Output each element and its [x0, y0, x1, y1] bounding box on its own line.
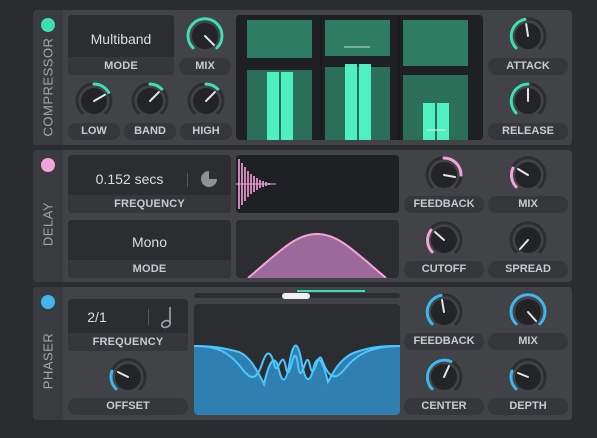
delay-cutoff-knob[interactable]: CUTOFF — [404, 220, 484, 278]
compressor-mode-value: Multiband — [90, 31, 152, 47]
compressor-band-label: BAND — [124, 123, 176, 140]
phaser-title: PHASER — [40, 332, 56, 390]
phaser-power-toggle[interactable] — [41, 295, 55, 309]
delay-power-toggle[interactable] — [41, 158, 55, 172]
delay-mode-selector[interactable]: Mono MODE — [68, 220, 231, 278]
phaser-frequency-label: FREQUENCY — [68, 333, 188, 351]
delay-feedback-label: FEEDBACK — [404, 196, 484, 213]
delay-mode-label: MODE — [68, 260, 231, 278]
delay-title: DELAY — [40, 201, 56, 247]
phaser-frequency-value: 2/1 — [87, 309, 107, 325]
compressor-release-label: RELEASE — [488, 123, 568, 140]
phaser-mix-label: MIX — [488, 333, 568, 350]
compressor-low-knob[interactable]: LOW — [68, 80, 120, 140]
compressor-low-label: LOW — [68, 123, 120, 140]
phaser-response-display — [194, 304, 400, 415]
delay-strip: DELAY — [33, 150, 63, 282]
phaser-mix-knob[interactable]: MIX — [488, 292, 568, 350]
phaser-feedback-label: FEEDBACK — [404, 333, 484, 350]
phaser-frequency-control[interactable]: 2/1 FREQUENCY — [68, 299, 188, 351]
compressor-band-knob[interactable]: BAND — [124, 80, 176, 140]
compressor-mode-selector[interactable]: Multiband MODE — [68, 15, 174, 75]
phaser-strip: PHASER — [33, 287, 63, 420]
compressor-mix-label: MIX — [179, 58, 231, 75]
delay-feedback-knob[interactable]: FEEDBACK — [404, 155, 484, 213]
compressor-release-knob[interactable]: RELEASE — [488, 80, 568, 140]
phaser-center-label: CENTER — [404, 398, 484, 415]
delay-spread-label: SPREAD — [488, 261, 568, 278]
phaser-position-slider[interactable] — [194, 290, 400, 301]
delay-section: DELAY 0.152 secs FREQUENCY Mono MODE FEE… — [33, 150, 572, 282]
compressor-title: COMPRESSOR — [40, 37, 56, 137]
phaser-center-knob[interactable]: CENTER — [404, 357, 484, 415]
phaser-slider-handle[interactable] — [282, 293, 310, 299]
compressor-power-toggle[interactable] — [41, 18, 55, 32]
compressor-high-knob[interactable]: HIGH — [180, 80, 232, 140]
quarter-note-icon[interactable] — [158, 305, 178, 329]
compressor-strip: COMPRESSOR — [33, 10, 63, 145]
phaser-section: PHASER 2/1 FREQUENCY OFFSET FEEDBACK MIX… — [33, 287, 572, 420]
delay-frequency-value: 0.152 secs — [95, 171, 164, 187]
delay-spread-knob[interactable]: SPREAD — [488, 220, 568, 278]
delay-filter-display[interactable] — [236, 220, 399, 278]
delay-impulse-display — [236, 155, 399, 213]
delay-mix-label: MIX — [488, 196, 568, 213]
compressor-high-label: HIGH — [180, 123, 232, 140]
delay-frequency-divider — [187, 173, 188, 187]
delay-cutoff-label: CUTOFF — [404, 261, 484, 278]
tempo-sync-icon[interactable] — [198, 168, 220, 190]
compressor-section: COMPRESSOR Multiband MODE MIX LOW BAND H… — [33, 10, 572, 145]
phaser-slider-range — [297, 290, 365, 292]
compressor-mix-knob[interactable]: MIX — [179, 15, 231, 75]
phaser-offset-knob[interactable]: OFFSET — [68, 357, 188, 415]
phaser-depth-knob[interactable]: DEPTH — [488, 357, 568, 415]
delay-mix-knob[interactable]: MIX — [488, 155, 568, 213]
delay-frequency-control[interactable]: 0.152 secs FREQUENCY — [68, 155, 231, 213]
delay-mode-value: Mono — [131, 234, 168, 250]
compressor-attack-knob[interactable]: ATTACK — [488, 15, 568, 75]
phaser-feedback-knob[interactable]: FEEDBACK — [404, 292, 484, 350]
phaser-frequency-divider — [148, 309, 149, 325]
phaser-offset-label: OFFSET — [68, 398, 188, 415]
compressor-mode-label: MODE — [68, 57, 174, 75]
compressor-attack-label: ATTACK — [488, 58, 568, 75]
phaser-depth-label: DEPTH — [488, 398, 568, 415]
delay-frequency-label: FREQUENCY — [68, 195, 231, 213]
compressor-band-display[interactable] — [236, 15, 483, 140]
